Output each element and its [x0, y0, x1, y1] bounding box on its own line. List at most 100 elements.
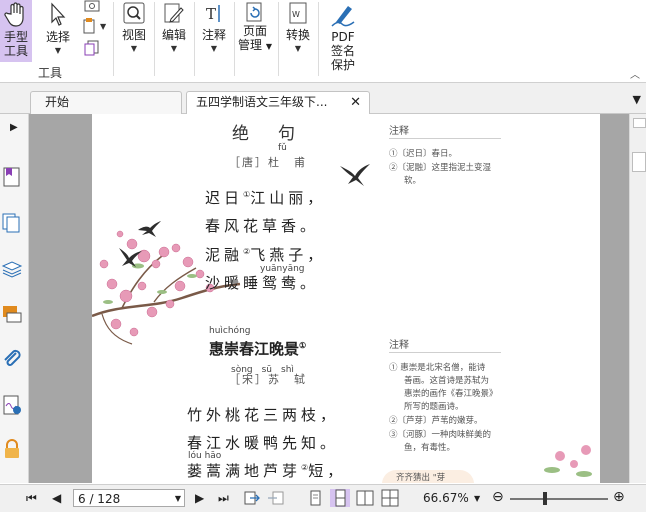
ribbon-separator: [318, 2, 319, 76]
single-page-view-icon[interactable]: [305, 489, 325, 507]
poem-line-text: 蒌蒿满地芦芽: [187, 462, 302, 480]
continuous-facing-view-icon[interactable]: [380, 489, 400, 507]
last-page-icon[interactable]: ⏭: [218, 491, 229, 506]
signature-panel-icon[interactable]: [1, 394, 23, 416]
note-item: 所写的题画诗。: [404, 402, 464, 412]
chevron-down-icon: ▼: [265, 42, 272, 51]
expand-panel-icon[interactable]: ▶: [10, 122, 18, 133]
comments-icon[interactable]: [1, 304, 23, 326]
hint-text: 齐齐猜出 "芽: [396, 473, 446, 483]
previous-view-icon[interactable]: [242, 489, 262, 507]
first-page-icon[interactable]: ⏮: [26, 491, 37, 506]
screenshot-icon[interactable]: [84, 0, 100, 12]
chevron-down-icon: ▼: [210, 44, 218, 53]
ribbon-separator: [154, 2, 155, 76]
note-item: 软。: [404, 176, 422, 186]
poem-line-text: 飞燕子，: [250, 246, 327, 264]
comment-button[interactable]: T 注释 ▼: [197, 0, 231, 56]
svg-text:W: W: [292, 10, 300, 19]
view-button[interactable]: 视图 ▼: [117, 0, 151, 56]
notes-heading: 注释: [389, 340, 409, 351]
tab-start[interactable]: 开始: [30, 91, 182, 114]
poem-author: ［唐］杜 甫: [229, 156, 307, 169]
chevron-down-icon[interactable]: ▼: [175, 490, 181, 508]
tab-start-label: 开始: [45, 95, 70, 109]
poem-title: 绝 句: [232, 124, 301, 144]
ribbon-separator: [194, 2, 195, 76]
layers-icon[interactable]: [1, 258, 23, 280]
document-copy-icon[interactable]: [84, 40, 100, 56]
zoom-level[interactable]: 66.67%: [423, 491, 469, 505]
clipboard-icon[interactable]: [83, 18, 101, 34]
status-bar: ⏮ ◀ 6 / 128 ▼ ▶ ⏭ 66.67% ▼ ⊖ ⊕: [0, 484, 646, 512]
hand-tool-label-2: 工具: [3, 44, 28, 58]
convert-button[interactable]: W 转换 ▼: [281, 0, 315, 56]
view-label: 视图: [121, 28, 146, 42]
tab-list-dropdown-icon[interactable]: ▼: [633, 93, 641, 106]
swallow-bird-icon: [138, 221, 161, 237]
notes-divider: [389, 352, 501, 353]
footnote-marker: ①: [299, 340, 307, 350]
svg-text:T: T: [206, 5, 216, 23]
chevron-down-icon: ▼: [100, 22, 107, 31]
document-viewport[interactable]: 绝 句 fǔ ［唐］杜 甫 迟日①江山丽， 春风花草香。 泥融②飞燕子， yuā…: [29, 114, 629, 483]
left-navigation-panel: ▶: [0, 114, 29, 483]
poem-line: 春江水暖鸭先知。: [187, 434, 340, 452]
edit-label: 编辑: [161, 28, 186, 42]
ribbon-collapse-icon[interactable]: ︿: [630, 66, 640, 81]
tab-document[interactable]: 五四学制语文三年级下... ✕: [186, 91, 370, 115]
page-number-input[interactable]: 6 / 128 ▼: [73, 489, 185, 507]
ribbon-separator: [278, 2, 279, 76]
vertical-scrollbar[interactable]: [629, 114, 646, 483]
continuous-view-icon[interactable]: [330, 489, 350, 507]
page-thumbnails-icon[interactable]: [1, 212, 23, 234]
convert-label: 转换: [285, 28, 310, 42]
zoom-in-icon[interactable]: ⊕: [613, 489, 625, 505]
pdf-sign-protect-button[interactable]: PDF 签名 保护: [322, 0, 364, 72]
note-item: 鱼，有毒性。: [404, 443, 456, 453]
next-view-icon[interactable]: [266, 489, 286, 507]
zoom-dropdown-icon[interactable]: ▼: [474, 494, 480, 503]
next-page-icon[interactable]: ▶: [195, 491, 204, 505]
close-icon[interactable]: ✕: [350, 92, 361, 113]
page-rotate-icon: [246, 2, 262, 22]
pinyin-annotation: fǔ: [278, 143, 287, 153]
ribbon-toolbar: 手型 工具 选择 ▼ ▼ 视图 ▼ 编辑 ▼ T 注释 ▼ 页面 管理 ▼ W …: [0, 0, 646, 83]
edit-button[interactable]: 编辑 ▼: [157, 0, 191, 56]
poem-title: 惠崇春江晚景①: [209, 338, 306, 359]
poem-line-text: 短，: [308, 462, 347, 480]
page-management-button[interactable]: 页面 管理 ▼: [236, 0, 274, 54]
select-button[interactable]: 选择 ▼: [40, 0, 76, 58]
page-management-label-2: 管理: [238, 38, 263, 52]
facing-view-icon[interactable]: [355, 489, 375, 507]
poem-line: 迟日①江山丽，: [205, 187, 326, 208]
zoom-slider-thumb[interactable]: [543, 492, 547, 505]
chevron-down-icon: ▼: [54, 46, 62, 55]
tools-group-label: 工具: [38, 66, 63, 80]
chevron-down-icon: ▼: [130, 44, 138, 53]
poem-author: ［宋］苏 轼: [229, 373, 307, 386]
zoom-slider[interactable]: [510, 492, 608, 505]
scroll-up-icon[interactable]: [633, 118, 646, 128]
zoom-out-icon[interactable]: ⊖: [492, 489, 504, 505]
chevron-down-icon: ▼: [170, 44, 178, 53]
hand-tool-label: 手型: [3, 30, 28, 44]
document-tab-bar: 开始 五四学制语文三年级下... ✕ ▼: [0, 83, 646, 115]
attachment-icon[interactable]: [1, 348, 23, 370]
signature-pen-icon: [331, 6, 355, 27]
cursor-icon: [51, 2, 66, 26]
pdf-sign-label-2: 签名: [330, 44, 355, 58]
hand-tool-button[interactable]: 手型 工具: [0, 0, 32, 62]
note-item: 善画。这首诗是苏轼为: [404, 376, 490, 386]
zoom-icon: [123, 2, 145, 24]
pdf-sign-label-1: PDF: [331, 30, 355, 44]
notes-heading: 注释: [389, 126, 409, 137]
scrollbar-thumb[interactable]: [632, 152, 646, 172]
pdf-page: 绝 句 fǔ ［唐］杜 甫 迟日①江山丽， 春风花草香。 泥融②飞燕子， yuā…: [92, 114, 600, 483]
page-management-label: 页面: [242, 24, 267, 38]
bookmark-icon[interactable]: [1, 166, 23, 188]
lock-icon[interactable]: [1, 438, 23, 460]
previous-page-icon[interactable]: ◀: [52, 491, 61, 505]
poem-line: 蒌蒿满地芦芽②短，: [187, 460, 346, 481]
note-item: ① 惠崇是北宋名僧，能诗: [389, 363, 486, 373]
